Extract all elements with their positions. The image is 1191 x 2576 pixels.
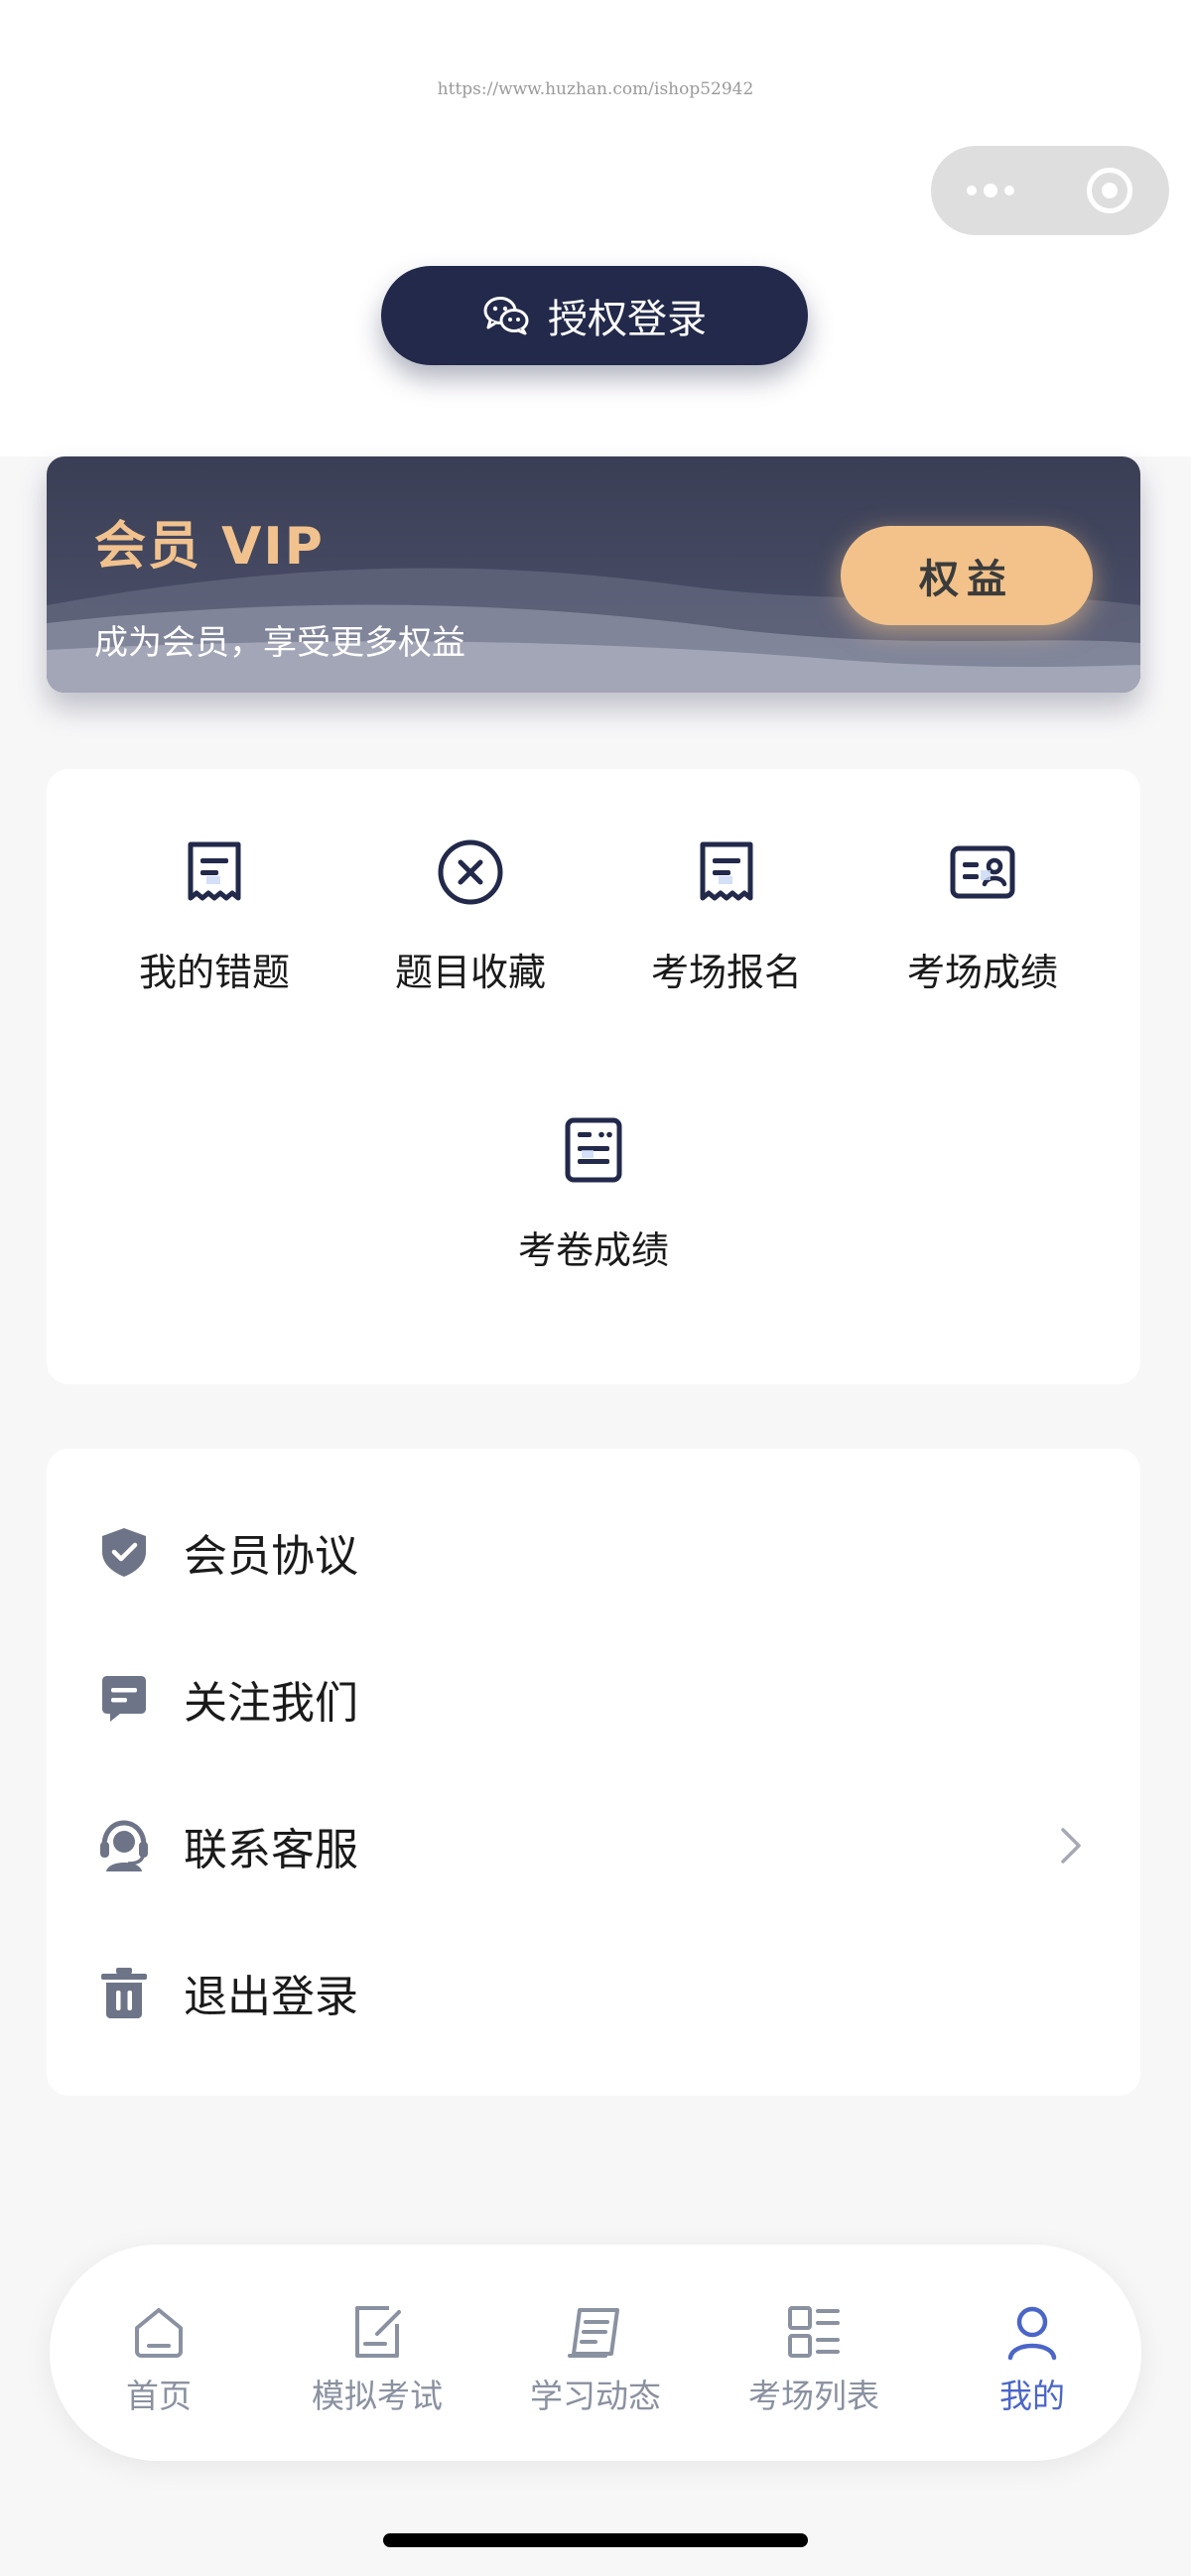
wechat-icon [483,297,529,335]
id-card-icon [950,845,1015,899]
function-item-wrong-questions[interactable]: 我的错题 [86,799,342,997]
menu-label: 会员协议 [184,1531,358,1582]
chevron-right-icon [1061,1828,1081,1864]
function-label: 我的错题 [138,951,290,994]
tab-label: 模拟考试 [312,2377,443,2415]
function-label: 考场报名 [650,951,802,994]
bottom-tab-bar: 首页 模拟考试 学习动态 考场列表 我的 [50,2245,1141,2461]
function-label: 考场成绩 [906,951,1058,994]
receipt-doc-icon [700,841,753,901]
vip-benefits-button[interactable]: 权益 [841,526,1093,625]
menu-item-follow-us[interactable]: 关注我们 [47,1625,1140,1772]
tab-mine[interactable]: 我的 [923,2245,1141,2461]
more-options-button[interactable] [931,146,1050,235]
function-grid: 我的错题 题目收藏 考场报名 考场成绩 考卷成绩 [47,769,1140,1384]
more-dots-icon [967,184,1014,197]
notepad-icon [568,2308,619,2358]
tab-exam-list[interactable]: 考场列表 [705,2245,923,2461]
menu-label: 退出登录 [184,1972,358,2022]
watermark-text: https://www.huzhan.com/ishop52942 [437,79,754,99]
function-item-exam-scores[interactable]: 考场成绩 [855,799,1111,997]
tab-label: 学习动态 [530,2377,661,2415]
document-list-icon [565,1117,622,1183]
tab-home[interactable]: 首页 [50,2245,268,2461]
menu-label: 联系客服 [184,1825,358,1875]
home-indicator [383,2533,808,2547]
tab-mock-exam[interactable]: 模拟考试 [268,2245,486,2461]
menu-label: 关注我们 [184,1678,358,1729]
login-button-label: 授权登录 [548,297,707,342]
authorize-login-button[interactable]: 授权登录 [381,266,808,365]
function-item-favorites[interactable]: 题目收藏 [342,799,598,997]
headset-icon [100,1820,148,1871]
vip-card[interactable]: 会员 VIP 成为会员，享受更多权益 权益 [47,456,1140,693]
receipt-doc-icon [188,841,241,901]
tab-label: 我的 [999,2377,1065,2415]
tab-label: 首页 [126,2377,192,2415]
function-item-paper-scores[interactable]: 考卷成绩 [465,1077,722,1275]
home-icon [135,2308,183,2358]
tab-study-updates[interactable]: 学习动态 [486,2245,705,2461]
menu-item-customer-service[interactable]: 联系客服 [47,1772,1140,1919]
menu-item-logout[interactable]: 退出登录 [47,1919,1140,2066]
tab-label: 考场列表 [748,2377,879,2415]
user-icon [1007,2306,1057,2361]
circle-x-icon [438,839,503,905]
close-target-icon [1087,168,1132,213]
miniprogram-capsule [931,146,1169,235]
function-item-exam-registration[interactable]: 考场报名 [598,799,855,997]
close-miniprogram-button[interactable] [1050,146,1169,235]
function-label: 考卷成绩 [517,1228,669,1272]
vip-subtitle: 成为会员，享受更多权益 [94,623,465,663]
shield-check-icon [102,1528,146,1577]
profile-page: https://www.huzhan.com/ishop52942 授权登录 会… [0,0,1191,2576]
trash-icon [101,1968,147,2018]
vip-title: 会员 VIP [94,517,325,577]
menu-item-member-agreement[interactable]: 会员协议 [47,1479,1140,1625]
chat-bubble-icon [102,1676,146,1722]
settings-menu: 会员协议 关注我们 联系客服 退出登录 [47,1449,1140,2096]
grid-list-icon [788,2306,840,2358]
function-label: 题目收藏 [394,951,546,994]
edit-note-icon [355,2306,401,2358]
